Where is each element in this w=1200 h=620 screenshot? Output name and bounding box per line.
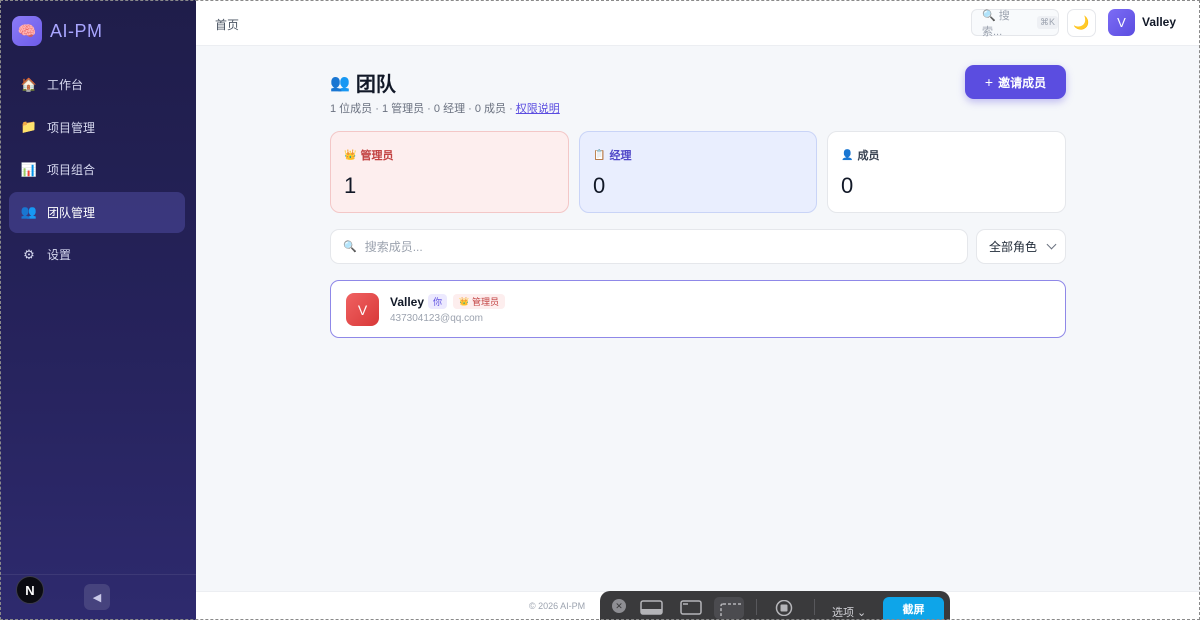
theme-toggle-button[interactable]: 🌙	[1067, 9, 1096, 37]
capture-button[interactable]: 截屏	[883, 597, 944, 620]
member-list-item[interactable]: V Valley 你 👑 管理员 437304123@qq.com	[330, 280, 1066, 338]
page-title: 👥 团队	[330, 68, 396, 97]
user-name[interactable]: Valley	[1142, 15, 1176, 29]
sidebar-item-label: 团队管理	[47, 205, 96, 220]
stat-value: 0	[593, 173, 606, 198]
user-avatar[interactable]: V	[1108, 9, 1135, 36]
avatar: V	[346, 293, 379, 326]
stat-card-member: 👤 成员 0	[827, 131, 1066, 213]
people-icon: 👥	[20, 204, 38, 219]
invite-label: 邀请成员	[998, 75, 1047, 90]
crown-icon: 👑	[344, 149, 357, 161]
sidebar-nav: 🏠 工作台 📁 项目管理 📊 项目组合 👥 团队管理 ⚙ 设置	[9, 64, 185, 277]
member-name: Valley	[390, 295, 425, 309]
page-title-text: 团队	[355, 74, 396, 96]
sidebar: 🧠 AI-PM 🏠 工作台 📁 项目管理 📊 项目组合 👥 团队管理 ⚙ 设置 …	[0, 0, 196, 620]
stat-label-text: 成员	[857, 150, 880, 162]
brain-icon: 🧠	[12, 16, 42, 46]
stat-label: 📋 经理	[593, 147, 803, 163]
search-placeholder: 搜索成员...	[364, 240, 423, 254]
folder-icon: 📁	[20, 119, 38, 134]
next-logo-icon[interactable]: N	[16, 576, 44, 604]
capture-toolbar: ✕ 选项 ⌄ 截屏	[600, 591, 950, 620]
close-icon[interactable]: ✕	[612, 599, 626, 613]
sidebar-item-label: 设置	[47, 248, 72, 262]
stat-label-text: 经理	[609, 150, 632, 162]
search-icon: 🔍	[343, 241, 357, 253]
sidebar-item-settings[interactable]: ⚙ 设置	[9, 234, 185, 275]
sidebar-item-projects[interactable]: 📁 项目管理	[9, 107, 185, 148]
plus-icon: +	[984, 74, 994, 90]
person-icon: 👤	[841, 149, 854, 161]
copyright: © 2026 AI-PM	[529, 601, 586, 611]
record-stop-icon[interactable]	[775, 600, 793, 616]
stat-label: 👑 管理员	[344, 147, 555, 163]
chevron-left-icon: ◀	[92, 591, 102, 604]
member-search-input[interactable]: 🔍 搜索成员...	[330, 229, 968, 264]
gear-icon: ⚙	[23, 246, 35, 262]
topbar: 首页 🔍 搜索... ⌘K 🌙 V Valley	[196, 0, 1200, 46]
team-summary: 1 位成员 · 1 管理员 · 0 经理 · 0 成员 · 权限说明	[330, 100, 560, 116]
stat-card-manager: 📋 经理 0	[579, 131, 817, 213]
sidebar-item-label: 工作台	[47, 78, 84, 92]
house-icon: 🏠	[20, 76, 38, 92]
role-filter-select[interactable]: 全部角色	[976, 229, 1066, 264]
sidebar-item-label: 项目组合	[47, 163, 96, 177]
summary-text: 1 位成员 · 1 管理员 · 0 经理 · 0 成员 ·	[330, 103, 516, 115]
app-name: AI-PM	[50, 20, 103, 41]
invite-member-button[interactable]: + 邀请成员	[965, 65, 1066, 99]
close-glyph: ✕	[615, 600, 623, 611]
shortcut-hint: ⌘K	[1036, 16, 1058, 29]
role-badge-text: 管理员	[471, 297, 499, 307]
stat-value: 0	[841, 173, 854, 198]
sidebar-item-label: 项目管理	[47, 120, 96, 135]
collapse-sidebar-button[interactable]: ◀	[84, 584, 110, 610]
toolbar-divider	[814, 599, 815, 615]
stat-label-text: 管理员	[360, 150, 394, 162]
people-icon: 👥	[330, 74, 350, 92]
bar-chart-icon: 📊	[20, 161, 38, 177]
global-search-button[interactable]: 🔍 搜索... ⌘K	[971, 9, 1059, 38]
member-email: 437304123@qq.com	[390, 313, 483, 324]
role-filter-value: 全部角色	[989, 240, 1038, 254]
moon-icon: 🌙	[1073, 15, 1090, 30]
options-menu[interactable]: 选项 ⌄	[832, 604, 866, 620]
brand[interactable]: 🧠 AI-PM	[12, 16, 103, 46]
crown-icon: 👑	[459, 297, 469, 306]
you-badge: 你	[428, 294, 448, 309]
capture-window-icon[interactable]	[680, 600, 702, 615]
chevron-down-icon	[1046, 239, 1057, 250]
sidebar-item-portfolio[interactable]: 📊 项目组合	[9, 149, 185, 190]
clipboard-icon: 📋	[593, 149, 606, 161]
permissions-link[interactable]: 权限说明	[516, 103, 560, 115]
sidebar-item-workbench[interactable]: 🏠 工作台	[9, 64, 185, 105]
toolbar-divider	[756, 599, 757, 615]
sidebar-item-team[interactable]: 👥 团队管理	[9, 191, 185, 233]
search-label: 🔍 搜索...	[982, 9, 1010, 38]
capture-selection-icon[interactable]	[714, 597, 744, 619]
stat-label: 👤 成员	[841, 147, 1052, 163]
breadcrumb[interactable]: 首页	[215, 16, 239, 33]
sidebar-divider	[0, 574, 196, 575]
stat-value: 1	[344, 173, 357, 198]
capture-screen-icon[interactable]	[640, 600, 663, 615]
role-badge: 👑 管理员	[453, 294, 505, 309]
stat-card-admin: 👑 管理员 1	[330, 131, 569, 213]
